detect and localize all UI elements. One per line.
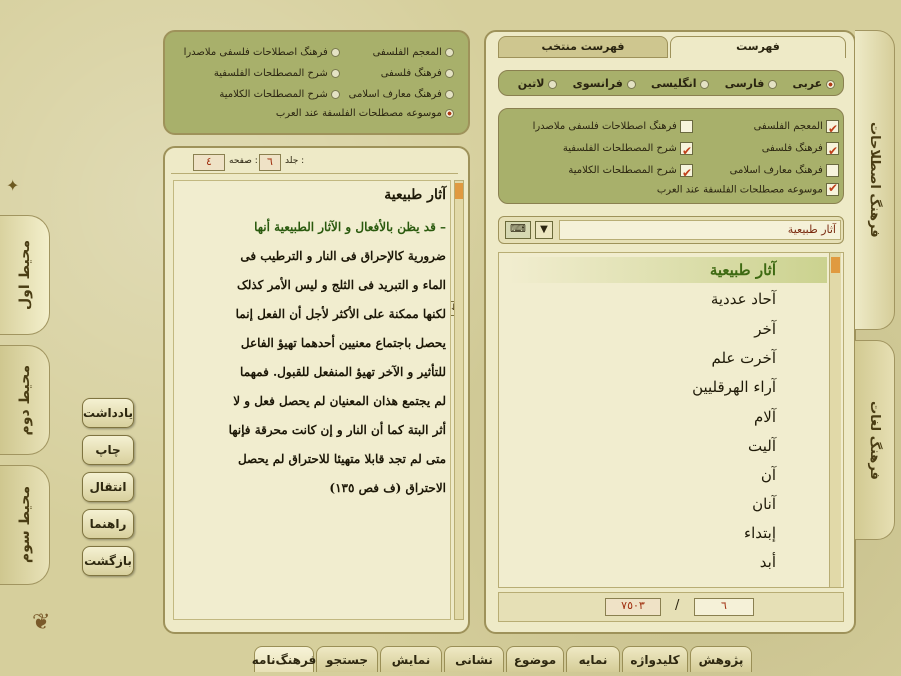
article-line: – قد یظن بالأفعال و الآثار الطبیعیة أنها bbox=[254, 220, 446, 234]
counter-bar: ٦ / ٧٥٠٣ bbox=[498, 592, 844, 622]
source-selection-panel: المعجم الفلسفی فرهنگ فلسفی فرهنگ معارف ا… bbox=[163, 30, 470, 135]
dictionary-selector: المعجم الفلسفی فرهنگ فلسفی فرهنگ معارف ا… bbox=[498, 108, 844, 204]
article-content: آثار طبیعیة – قد یظن بالأفعال و الآثار ا… bbox=[173, 180, 451, 620]
source-item[interactable]: شرح المصطلحات الفلسفیة bbox=[170, 63, 340, 84]
language-persian[interactable]: فارسی bbox=[725, 77, 778, 90]
butterfly-icon: ✦ bbox=[6, 176, 20, 195]
print-button[interactable]: چاپ bbox=[82, 435, 134, 465]
term-item[interactable]: آلام bbox=[754, 408, 776, 426]
tab-terminology[interactable]: فرهنگ اصطلاحات bbox=[855, 30, 895, 330]
dropdown-arrow-icon[interactable]: ▼ bbox=[535, 221, 553, 239]
source-item[interactable]: المعجم الفلسفی bbox=[324, 42, 454, 63]
tab-keyword[interactable]: کلیدواژه bbox=[622, 646, 688, 672]
dictionary-item[interactable]: فرهنگ فلسفی bbox=[709, 138, 839, 162]
tab-research[interactable]: پژوهش bbox=[690, 646, 752, 672]
search-input[interactable]: آثار طبیعیة bbox=[559, 220, 841, 240]
dictionary-item[interactable]: فرهنگ معارف اسلامی bbox=[709, 160, 839, 182]
index-panel: فهرست منتخب فهرست عربی فارسی انگلیسی فرا… bbox=[484, 30, 856, 634]
scrollbar-thumb[interactable] bbox=[831, 257, 840, 273]
article-line: للتأثیر و الآخر تهیؤ المنفعل للقبول. فمه… bbox=[240, 365, 446, 379]
selected-term-highlight bbox=[509, 257, 827, 283]
tab-selected-index[interactable]: فهرست منتخب bbox=[498, 36, 668, 58]
tab-search[interactable]: جستجو bbox=[316, 646, 378, 672]
term-item[interactable]: آحاد عددیة bbox=[711, 290, 776, 308]
bird-icon: ❦ bbox=[32, 610, 51, 635]
tab-label: محیط سوم bbox=[16, 486, 33, 564]
term-item[interactable]: أبد bbox=[760, 553, 776, 571]
page-label: صفحه : bbox=[229, 156, 258, 166]
article-line: لکنها ممکنة على الأکثر لأجل أن الفعل إنم… bbox=[235, 307, 446, 321]
back-button[interactable]: بازگشت bbox=[82, 546, 134, 576]
tab-label: محیط دوم bbox=[16, 364, 33, 436]
dictionary-item[interactable]: موسوعه مصطلحات الفلسفة عند العرب bbox=[657, 181, 839, 196]
tab-dictionary[interactable]: فرهنگ لغات bbox=[855, 340, 895, 540]
term-item[interactable]: آخرت علم bbox=[711, 349, 776, 367]
article-title: آثار طبیعیة bbox=[384, 187, 446, 203]
tab-environment-2[interactable]: محیط دوم bbox=[0, 345, 50, 455]
article-line: یحصل باجتماع معنیین أحدهما تهیؤ الفاعل bbox=[240, 336, 446, 350]
article-line: متى لم تجد قابلا متهیئا للاحتراق لم یحصل bbox=[237, 452, 446, 466]
term-list bbox=[498, 252, 844, 588]
scrollbar-thumb[interactable] bbox=[455, 183, 463, 199]
tab-display[interactable]: نمایش bbox=[380, 646, 442, 672]
tab-encyclopedia[interactable]: فرهنگ‌نامه bbox=[252, 646, 316, 672]
help-button[interactable]: راهنما bbox=[82, 509, 134, 539]
source-item[interactable]: شرح المصطلحات الکلامیة bbox=[170, 84, 340, 105]
term-item[interactable]: آراء الهرقلیین bbox=[692, 378, 776, 396]
term-item[interactable]: آن bbox=[761, 466, 776, 484]
language-french[interactable]: فرانسوی bbox=[573, 77, 636, 90]
total-count-field: ٧٥٠٣ bbox=[605, 598, 661, 616]
source-item[interactable]: فرهنگ فلسفی bbox=[324, 63, 454, 84]
language-english[interactable]: انگلیسی bbox=[651, 77, 710, 90]
dictionary-item[interactable]: شرح المصطلحات الفلسفیة bbox=[503, 138, 693, 162]
counter-separator: / bbox=[675, 598, 680, 613]
term-list-scrollbar[interactable] bbox=[829, 253, 841, 587]
article-line: ضروریة کالإحراق فی النار و الترطیب فی bbox=[240, 249, 446, 263]
current-index-field[interactable]: ٦ bbox=[694, 598, 754, 616]
tab-subject[interactable]: موضوع bbox=[506, 646, 564, 672]
dictionary-item[interactable]: شرح المصطلحات الکلامیة bbox=[503, 160, 693, 184]
tab-label: محیط اول bbox=[16, 240, 33, 310]
page-number-field[interactable]: ٤ bbox=[193, 154, 225, 171]
search-bar: ⌨ ▼ آثار طبیعیة bbox=[498, 216, 844, 244]
article-scrollbar[interactable] bbox=[454, 180, 464, 620]
source-item[interactable]: فرهنگ معارف اسلامی bbox=[324, 84, 454, 105]
language-selector: عربی فارسی انگلیسی فرانسوی لاتین bbox=[498, 70, 844, 96]
article-line: لم یجتمع هذان المعنیان لم یحصل فعل و لا bbox=[233, 394, 446, 408]
source-item[interactable]: فرهنگ اصطلاحات فلسفی ملاصدرا bbox=[170, 42, 340, 63]
transfer-button[interactable]: انتقال bbox=[82, 472, 134, 502]
article-panel: ٤ صفحه : ٦ جلد : ≡ A↑ A↓ A/ ⇈ ↑ ↓ آثار ط… bbox=[163, 146, 470, 634]
article-line: الماء و التبرید فی الثلج و لیس الأمر کذل… bbox=[236, 278, 446, 292]
language-latin[interactable]: لاتین bbox=[518, 77, 558, 90]
language-arabic[interactable]: عربی bbox=[793, 77, 835, 90]
term-item[interactable]: آثار طبیعیة bbox=[710, 261, 776, 279]
dictionary-item[interactable]: المعجم الفلسفی bbox=[709, 116, 839, 140]
article-line: أثر البتة کما أن النار و إن کانت محرقة ف… bbox=[228, 423, 446, 437]
article-line: الاحتراق (ف فص ١٣٥) bbox=[329, 481, 446, 495]
tab-index[interactable]: فهرست bbox=[670, 36, 846, 58]
term-item[interactable]: إبتداء bbox=[744, 524, 776, 542]
volume-number-field[interactable]: ٦ bbox=[259, 154, 281, 171]
volume-label: جلد : bbox=[285, 156, 305, 166]
term-item[interactable]: آلیت bbox=[748, 437, 776, 455]
term-item[interactable]: آنان bbox=[752, 495, 776, 513]
tab-address[interactable]: نشانی bbox=[444, 646, 504, 672]
keyboard-icon[interactable]: ⌨ bbox=[505, 221, 531, 239]
source-item[interactable]: موسوعه مصطلحات الفلسفة عند العرب bbox=[276, 108, 454, 119]
term-item[interactable]: آخر bbox=[754, 320, 776, 338]
note-button[interactable]: یادداشت bbox=[82, 398, 134, 428]
tab-environment-1[interactable]: محیط اول bbox=[0, 215, 50, 335]
dictionary-item[interactable]: فرهنگ اصطلاحات فلسفی ملاصدرا bbox=[503, 116, 693, 138]
tab-index-page[interactable]: نمایه bbox=[566, 646, 620, 672]
tab-environment-3[interactable]: محیط سوم bbox=[0, 465, 50, 585]
